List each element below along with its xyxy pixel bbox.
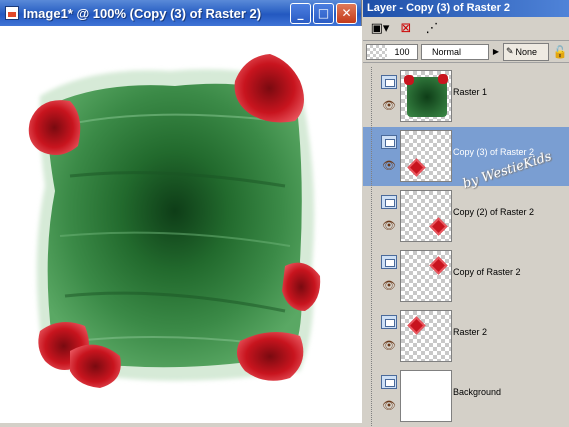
minimize-button[interactable]: _ [290, 2, 311, 24]
tree-line [371, 367, 372, 426]
layer-thumbnail [400, 250, 452, 302]
layer-type-icon [381, 315, 397, 329]
image-document-icon [5, 6, 19, 20]
green-frame-artwork [28, 54, 321, 388]
layer-thumbnail [400, 70, 452, 122]
image-window: Image1* @ 100% (Copy (3) of Raster 2) _ … [0, 0, 362, 423]
layer-name: Background [453, 387, 502, 397]
visibility-eye-icon[interactable]: 👁 [382, 279, 396, 292]
image-canvas[interactable] [0, 26, 362, 423]
layer-type-icon [381, 255, 397, 269]
layers-toolbar: ▣▾ ⊠ ⋰ [363, 17, 569, 41]
layer-type-icon [381, 135, 397, 149]
layer-thumbnail [400, 130, 452, 182]
visibility-eye-icon[interactable]: 👁 [382, 399, 396, 412]
layer-thumbnail [400, 370, 452, 422]
lock-icon[interactable]: 🔓 [552, 43, 568, 61]
visibility-eye-icon[interactable]: 👁 [382, 339, 396, 352]
delete-layer-icon[interactable]: ⊠ [395, 19, 417, 39]
maximize-button[interactable]: □ [313, 2, 334, 24]
layer-row-copy-2-of-raster-2[interactable]: 👁 Copy (2) of Raster 2 [363, 187, 569, 246]
mask-layer-icon[interactable]: ⋰ [421, 19, 443, 39]
layer-properties-bar: 100 Normal ▶ ✎ None 🔓 [363, 41, 569, 63]
layers-palette: Layer - Copy (3) of Raster 2 ▣▾ ⊠ ⋰ 100 … [363, 0, 569, 426]
layer-name: Copy (2) of Raster 2 [453, 207, 535, 217]
link-set-value: None [515, 46, 538, 57]
tree-line [371, 127, 372, 186]
link-set-field[interactable]: ✎ None [503, 42, 549, 61]
close-button[interactable]: ✕ [336, 2, 357, 24]
layer-type-icon [381, 75, 397, 89]
layer-type-icon [381, 195, 397, 209]
layer-row-background[interactable]: 👁 Background [363, 367, 569, 426]
opacity-value: 100 [394, 46, 410, 57]
layer-name: Raster 2 [453, 327, 488, 337]
layer-row-raster-2[interactable]: 👁 Raster 2 [363, 307, 569, 366]
visibility-eye-icon[interactable]: 👁 [382, 219, 396, 232]
layer-list: 👁 Raster 1 👁 Copy (3) of Raster 2 👁 Copy… [363, 67, 569, 426]
layer-row-raster-1[interactable]: 👁 Raster 1 [363, 67, 569, 126]
blend-mode-select[interactable]: Normal [421, 43, 489, 60]
link-brush-icon: ✎ [506, 46, 514, 56]
opacity-field[interactable]: 100 [366, 43, 418, 60]
blend-mode-arrow-icon[interactable]: ▶ [492, 44, 500, 60]
layer-name: Copy (3) of Raster 2 [453, 147, 535, 157]
layer-type-icon [381, 375, 397, 389]
tree-line [371, 67, 372, 126]
image-window-title: Image1* @ 100% (Copy (3) of Raster 2) [23, 5, 262, 21]
tree-line [371, 247, 372, 306]
image-window-titlebar[interactable]: Image1* @ 100% (Copy (3) of Raster 2) _ … [0, 0, 361, 26]
tree-line [371, 307, 372, 366]
layer-thumbnail [400, 310, 452, 362]
visibility-eye-icon[interactable]: 👁 [382, 99, 396, 112]
new-layer-icon[interactable]: ▣▾ [369, 19, 391, 39]
layer-name: Raster 1 [453, 87, 488, 97]
layers-palette-title[interactable]: Layer - Copy (3) of Raster 2 [363, 0, 569, 17]
visibility-eye-icon[interactable]: 👁 [382, 159, 396, 172]
layer-thumbnail [400, 190, 452, 242]
layer-row-copy-of-raster-2[interactable]: 👁 Copy of Raster 2 [363, 247, 569, 306]
window-controls: _ □ ✕ [290, 2, 357, 24]
transparency-swatch-icon [367, 44, 387, 59]
tree-line [371, 187, 372, 246]
layer-name: Copy of Raster 2 [453, 267, 521, 277]
